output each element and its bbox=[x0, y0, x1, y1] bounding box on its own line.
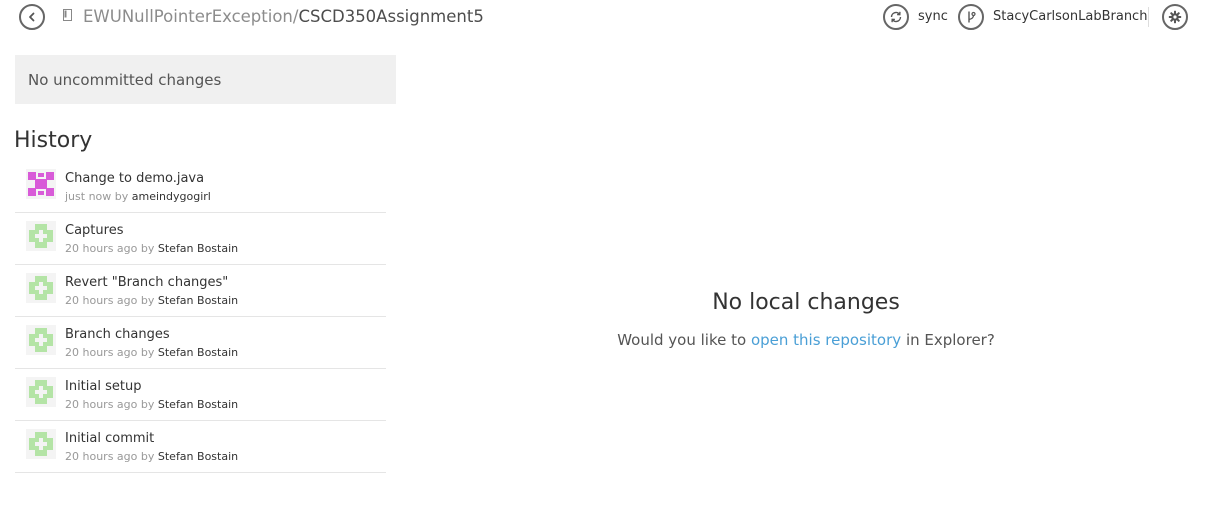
open-repository-link[interactable]: open this repository bbox=[751, 331, 901, 349]
commit-message: Initial commit bbox=[65, 431, 155, 446]
commit-meta: just now by ameindygogirl bbox=[65, 190, 211, 204]
commit-time: 20 hours ago bbox=[65, 398, 138, 411]
commit-time: 20 hours ago bbox=[65, 294, 138, 307]
avatar bbox=[26, 221, 56, 251]
avatar bbox=[26, 273, 56, 303]
branch-icon bbox=[968, 11, 976, 23]
commit-by: by bbox=[140, 294, 155, 307]
header-bar: EWUNullPointerException/CSCD350Assignmen… bbox=[0, 0, 1206, 36]
commit-author: Stefan Bostain bbox=[157, 346, 239, 359]
commit-message: Revert "Branch changes" bbox=[65, 275, 229, 290]
history-item[interactable]: Initial commit 20 hours ago by Stefan Bo… bbox=[15, 421, 386, 473]
repo-owner-link[interactable]: EWUNullPointerException bbox=[83, 7, 293, 26]
empty-state-prompt: Would you like to open this repository i… bbox=[406, 330, 1206, 350]
history-item[interactable]: Change to demo.java just now by ameindyg… bbox=[15, 161, 386, 213]
sync-label[interactable]: sync bbox=[918, 9, 948, 25]
avatar bbox=[26, 325, 56, 355]
sync-icon bbox=[890, 11, 902, 23]
commit-time: 20 hours ago bbox=[65, 450, 138, 463]
history-item[interactable]: Initial setup 20 hours ago by Stefan Bos… bbox=[15, 369, 386, 421]
settings-button[interactable] bbox=[1162, 4, 1188, 30]
prompt-text-before: Would you like to bbox=[617, 331, 747, 349]
avatar bbox=[26, 429, 56, 459]
sync-button[interactable] bbox=[883, 4, 909, 30]
commit-author: Stefan Bostain bbox=[157, 398, 239, 411]
repo-name-link[interactable]: CSCD350Assignment5 bbox=[298, 7, 483, 26]
commit-meta: 20 hours ago by Stefan Bostain bbox=[65, 450, 238, 464]
back-button[interactable] bbox=[19, 4, 45, 30]
commit-meta: 20 hours ago by Stefan Bostain bbox=[65, 398, 238, 412]
commit-author: Stefan Bostain bbox=[157, 294, 239, 307]
commit-author: Stefan Bostain bbox=[157, 242, 239, 255]
commit-meta: 20 hours ago by Stefan Bostain bbox=[65, 294, 238, 308]
commit-time: 20 hours ago bbox=[65, 242, 138, 255]
history-item[interactable]: Branch changes 20 hours ago by Stefan Bo… bbox=[15, 317, 386, 369]
gear-icon bbox=[1168, 10, 1182, 24]
repository-icon bbox=[63, 9, 72, 21]
commit-message: Captures bbox=[65, 223, 124, 238]
chevron-left-icon bbox=[29, 12, 35, 22]
commit-by: by bbox=[140, 346, 155, 359]
commit-author: ameindygogirl bbox=[131, 190, 211, 203]
branch-name-label[interactable]: StacyCarlsonLabBranch bbox=[993, 9, 1147, 25]
commit-by: by bbox=[140, 398, 155, 411]
avatar bbox=[26, 377, 56, 407]
history-list: Change to demo.java just now by ameindyg… bbox=[15, 161, 386, 473]
history-heading: History bbox=[14, 128, 93, 153]
branch-button[interactable] bbox=[958, 4, 984, 30]
history-item[interactable]: Captures 20 hours ago by Stefan Bostain bbox=[15, 213, 386, 265]
commit-time: just now bbox=[65, 190, 112, 203]
app-window: EWUNullPointerException/CSCD350Assignmen… bbox=[0, 0, 1206, 527]
commit-by: by bbox=[140, 450, 155, 463]
commit-by: by bbox=[114, 190, 129, 203]
commit-time: 20 hours ago bbox=[65, 346, 138, 359]
commit-meta: 20 hours ago by Stefan Bostain bbox=[65, 346, 238, 360]
commit-by: by bbox=[140, 242, 155, 255]
commit-message: Initial setup bbox=[65, 379, 142, 394]
uncommitted-changes-panel[interactable]: No uncommitted changes bbox=[15, 55, 396, 104]
repository-path: EWUNullPointerException/CSCD350Assignmen… bbox=[83, 6, 484, 28]
empty-state-title: No local changes bbox=[712, 290, 900, 315]
commit-meta: 20 hours ago by Stefan Bostain bbox=[65, 242, 238, 256]
avatar bbox=[26, 169, 56, 199]
history-item[interactable]: Revert "Branch changes" 20 hours ago by … bbox=[15, 265, 386, 317]
commit-author: Stefan Bostain bbox=[157, 450, 239, 463]
header-divider bbox=[1148, 7, 1149, 27]
commit-message: Change to demo.java bbox=[65, 171, 205, 186]
prompt-text-after: in Explorer? bbox=[905, 331, 995, 349]
commit-message: Branch changes bbox=[65, 327, 170, 342]
